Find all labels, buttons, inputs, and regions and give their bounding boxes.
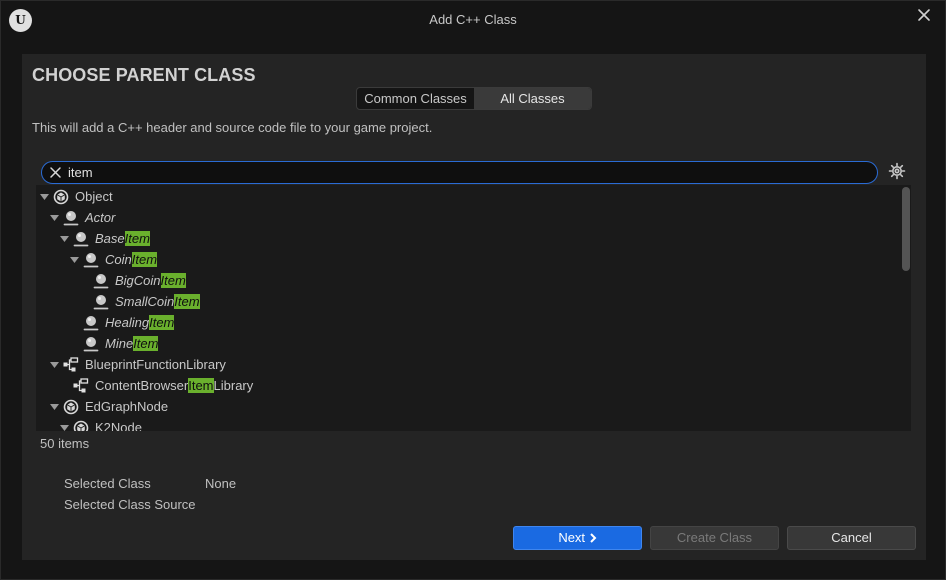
expand-arrow-icon[interactable] <box>59 233 70 244</box>
label-text: EdGraphNode <box>85 399 169 414</box>
search-input[interactable] <box>68 164 858 181</box>
label-text: BlueprintFunctionLibrary <box>85 357 226 372</box>
object-icon <box>73 420 89 431</box>
expand-arrow-icon[interactable] <box>49 212 60 223</box>
tree-item-label: SmallCoinItem <box>115 294 200 309</box>
tree-item[interactable]: CoinItem <box>69 249 158 270</box>
label-text: BigCoin <box>115 273 161 288</box>
search-match-highlight: Item <box>149 315 175 330</box>
page-title: CHOOSE PARENT CLASS <box>32 65 256 85</box>
title-bar[interactable]: U Add C++ Class <box>1 1 945 39</box>
expand-arrow-icon[interactable] <box>49 401 60 412</box>
label-text: Object <box>75 189 113 204</box>
tree-scrollbar[interactable] <box>902 187 910 271</box>
class-tree[interactable]: Object Actor BaseItem CoinItem BigCoinItem Sm… <box>36 185 911 431</box>
next-button-label: Next <box>558 530 586 545</box>
tree-item-label: BaseItem <box>95 231 150 246</box>
chevron-right-icon <box>589 533 597 543</box>
search-match-highlight: Item <box>160 273 186 288</box>
object-icon <box>53 189 69 204</box>
next-button[interactable]: Next <box>513 526 642 550</box>
actor-icon <box>93 294 109 309</box>
item-count: 50 items <box>40 436 90 451</box>
actor-icon <box>63 210 79 225</box>
label-text: K2Node <box>95 420 142 431</box>
expand-arrow-icon[interactable] <box>49 359 60 370</box>
actor-icon <box>83 315 99 330</box>
label-text: Mine <box>105 336 134 351</box>
search-match-highlight: Item <box>133 336 159 351</box>
function-library-icon <box>73 377 89 392</box>
tree-item-label: K2Node <box>95 420 142 431</box>
tree-item-label: CoinItem <box>105 252 158 267</box>
tree-item[interactable]: K2Node <box>59 417 142 431</box>
actor-icon <box>83 252 99 267</box>
search-match-highlight: Item <box>188 378 214 393</box>
tree-item[interactable]: BaseItem <box>59 228 150 249</box>
create-class-button[interactable]: Create Class <box>650 526 779 550</box>
tree-item-label: BlueprintFunctionLibrary <box>85 357 226 372</box>
cancel-button[interactable]: Cancel <box>787 526 916 550</box>
tree-item[interactable]: HealingItem <box>69 312 175 333</box>
tree-item[interactable]: Object <box>39 186 113 207</box>
class-filter-tabs: Common Classes All Classes <box>356 87 592 110</box>
tree-item-label: MineItem <box>105 336 159 351</box>
tree-item[interactable]: BigCoinItem <box>79 270 186 291</box>
tree-item-label: BigCoinItem <box>115 273 186 288</box>
search-match-highlight: Item <box>124 231 150 246</box>
tree-item-label: HealingItem <box>105 315 175 330</box>
tree-item[interactable]: BlueprintFunctionLibrary <box>49 354 226 375</box>
tree-item[interactable]: Actor <box>49 207 115 228</box>
actor-icon <box>73 231 89 246</box>
tab-common-classes[interactable]: Common Classes <box>357 88 474 109</box>
window-title: Add C++ Class <box>429 12 517 27</box>
tree-item[interactable]: ContentBrowserItemLibrary <box>59 375 253 396</box>
tree-item[interactable]: EdGraphNode <box>49 396 168 417</box>
selected-class-source-label: Selected Class Source <box>64 497 196 512</box>
content-panel: CHOOSE PARENT CLASS Common Classes All C… <box>22 54 926 560</box>
tree-item-label: Actor <box>85 210 115 225</box>
label-text: Actor <box>85 210 116 225</box>
actor-icon <box>83 336 99 351</box>
selected-class-label: Selected Class <box>64 476 151 491</box>
label-text: Healing <box>105 315 150 330</box>
selected-class-value: None <box>205 476 237 491</box>
tree-item-label: EdGraphNode <box>85 399 168 414</box>
actor-icon <box>93 273 109 288</box>
add-cpp-class-dialog: U Add C++ Class CHOOSE PARENT CLASS Comm… <box>0 0 946 580</box>
expand-arrow-icon[interactable] <box>59 422 70 431</box>
search-match-highlight: Item <box>131 252 158 267</box>
label-text: ContentBrowser <box>95 378 189 393</box>
search-box <box>41 161 878 184</box>
label-text: Base <box>95 231 125 246</box>
tree-item[interactable]: MineItem <box>69 333 159 354</box>
search-match-highlight: Item <box>174 294 200 309</box>
label-text: SmallCoin <box>115 294 175 309</box>
object-icon <box>63 399 79 414</box>
tree-item[interactable]: SmallCoinItem <box>79 291 200 312</box>
tree-item-label: Object <box>75 189 113 204</box>
expand-arrow-icon[interactable] <box>69 254 80 265</box>
label-text: Coin <box>105 252 132 267</box>
close-icon[interactable] <box>914 5 934 25</box>
function-library-icon <box>63 356 79 371</box>
expand-arrow-icon[interactable] <box>39 191 50 202</box>
description-text: This will add a C++ header and source co… <box>32 120 433 135</box>
tab-all-classes[interactable]: All Classes <box>474 88 591 109</box>
tree-item-label: ContentBrowserItemLibrary <box>95 378 253 393</box>
clear-search-icon[interactable] <box>49 166 62 179</box>
gear-icon[interactable] <box>888 162 906 180</box>
label-text: Library <box>213 378 254 393</box>
